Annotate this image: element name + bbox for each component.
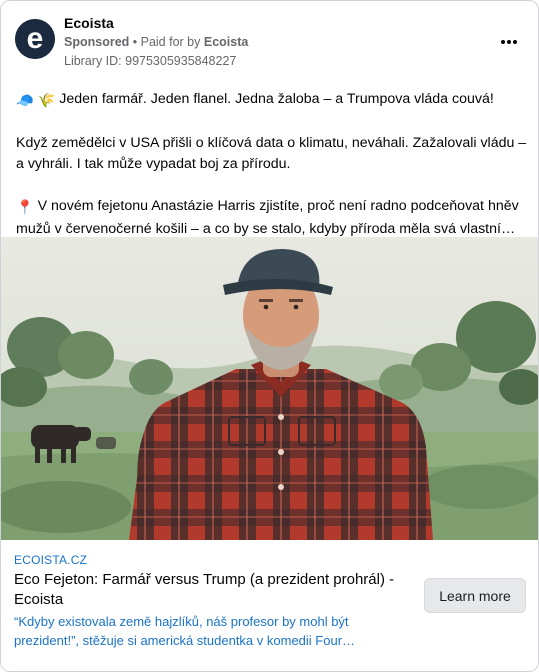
learn-more-button[interactable]: Learn more [424, 578, 526, 613]
post-header: e Ecoista Sponsored • Paid for by Ecoist… [1, 1, 538, 76]
sponsored-line: Sponsored • Paid for by Ecoista [64, 35, 248, 49]
link-title[interactable]: Eco Fejeton: Farmář versus Trump (a prez… [14, 570, 414, 610]
page-name-link[interactable]: Ecoista [64, 15, 114, 31]
svg-text:e: e [27, 22, 44, 55]
link-description[interactable]: “Kdyby existovala země hajzlíků, náš pro… [14, 612, 414, 650]
body-paragraph-2: Když zemědělci v USA přišli o klíčová da… [16, 135, 527, 172]
page-avatar[interactable]: e [15, 19, 55, 59]
link-preview[interactable]: ECOISTA.CZ Eco Fejeton: Farmář versus Tr… [1, 540, 538, 671]
sponsored-label: Sponsored [64, 35, 130, 49]
body-paragraph-3: 📍 V novém fejetonu Anastázie Harris zjis… [16, 196, 528, 240]
farmer-illustration [1, 237, 538, 540]
link-domain: ECOISTA.CZ [14, 553, 88, 567]
ad-image[interactable] [1, 237, 538, 540]
more-horizontal-icon [500, 40, 505, 44]
more-horizontal-icon-dot [513, 40, 518, 44]
post-body: 🧢 🌾 Jeden farmář. Jeden flanel. Jedna ža… [16, 89, 528, 261]
body-paragraph-3-text: V novém fejetonu Anastázie Harris zjistí… [16, 198, 519, 237]
library-id: Library ID: 9975305935848227 [64, 54, 237, 68]
cap-emoji: 🧢 [16, 93, 34, 109]
wheat-emoji: 🌾 [37, 93, 56, 109]
body-line-1-text: Jeden farmář. Jeden flanel. Jedna žaloba… [59, 91, 494, 107]
body-line-1: 🧢 🌾 Jeden farmář. Jeden flanel. Jedna ža… [16, 89, 528, 112]
ad-card: e Ecoista Sponsored • Paid for by Ecoist… [0, 0, 539, 672]
payer-name[interactable]: Ecoista [204, 35, 248, 49]
pin-emoji: 📍 [16, 200, 34, 216]
more-options-button[interactable] [496, 29, 522, 55]
more-horizontal-icon-dot [507, 40, 511, 44]
paid-for-prefix: • Paid for by [129, 35, 204, 49]
ecoista-logo-icon: e [15, 19, 55, 59]
